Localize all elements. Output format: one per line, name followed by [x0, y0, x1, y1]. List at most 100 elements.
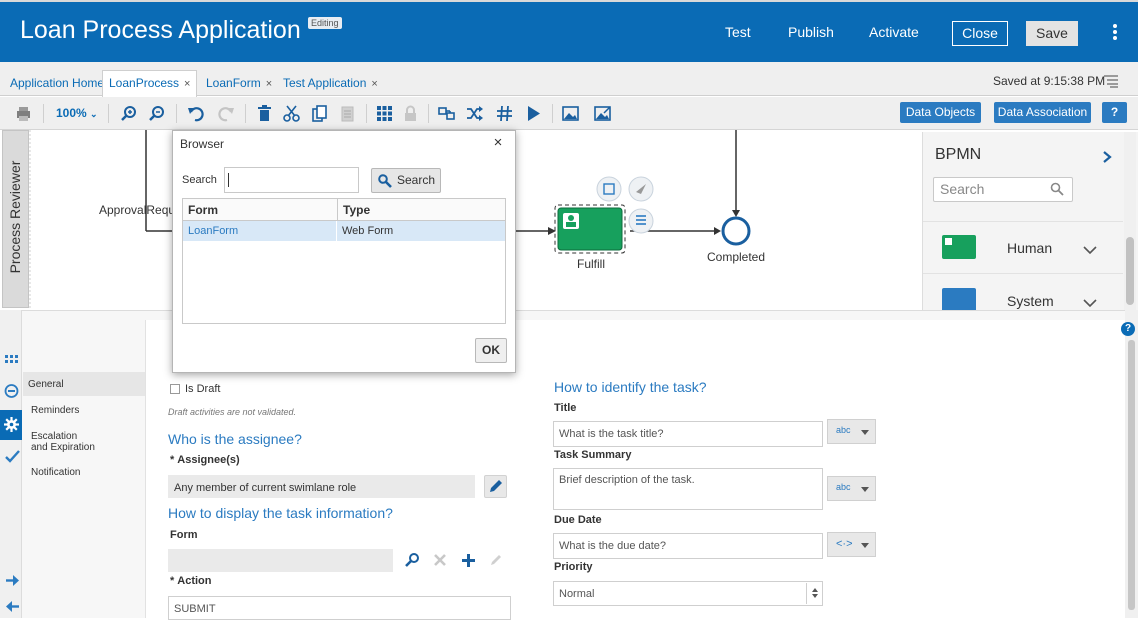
cut-icon[interactable]	[283, 105, 300, 122]
comment-icon[interactable]	[4, 384, 19, 399]
close-icon[interactable]: ×	[491, 135, 505, 150]
save-button[interactable]: Save	[1026, 21, 1078, 46]
play-icon[interactable]	[525, 105, 542, 122]
image-icon[interactable]	[562, 105, 579, 122]
palette-item-label: System	[1007, 293, 1054, 309]
tab-loanprocess[interactable]: LoanProcess ×	[102, 70, 198, 97]
priority-value: Normal	[559, 588, 595, 600]
rail-active-item[interactable]	[0, 410, 22, 440]
palette-scrollbar[interactable]	[1124, 132, 1136, 310]
data-objects-button[interactable]: Data Objects	[900, 102, 981, 123]
properties-scrollbar[interactable]	[1125, 310, 1138, 618]
side-nav-escalation-line2[interactable]: and Expiration	[31, 442, 95, 453]
hash-icon[interactable]	[496, 105, 513, 122]
scrollbar-thumb[interactable]	[1128, 340, 1135, 610]
tab-strip: Application Home LoanProcess × LoanForm × …	[0, 62, 1138, 97]
is-draft-checkbox[interactable]	[170, 384, 180, 394]
arrow-right-icon[interactable]	[5, 574, 20, 587]
history-list-icon[interactable]	[1103, 74, 1119, 88]
title-expression-button[interactable]: abc	[827, 419, 876, 444]
side-nav-reminders[interactable]: Reminders	[31, 405, 79, 416]
app-header: Loan Process Application Editing Test Pu…	[0, 0, 1138, 62]
side-nav-notification[interactable]: Notification	[31, 467, 80, 478]
image-edit-icon[interactable]	[594, 105, 611, 122]
column-header-type[interactable]: Type	[338, 199, 505, 221]
data-association-button[interactable]: Data Association	[994, 102, 1091, 123]
chevron-down-icon[interactable]	[1083, 246, 1097, 255]
column-header-form[interactable]: Form	[183, 199, 338, 221]
edit-form-icon[interactable]	[488, 552, 504, 568]
tab-application-home[interactable]: Application Home	[4, 71, 110, 96]
activate-link[interactable]: Activate	[869, 24, 919, 40]
side-nav-general[interactable]: General	[23, 372, 145, 396]
undo-icon[interactable]	[187, 105, 204, 122]
dialog-title: Browser	[180, 137, 225, 151]
zoom-out-icon[interactable]	[148, 105, 165, 122]
fulfill-node-label: Fulfill	[577, 257, 606, 271]
side-nav-label: General	[28, 379, 64, 390]
checkmark-icon[interactable]	[5, 449, 20, 464]
arrow-left-icon[interactable]	[5, 600, 20, 613]
title-input[interactable]: What is the task title?	[553, 421, 823, 447]
abc-label: abc	[836, 482, 851, 492]
expression-label: <·>	[836, 538, 853, 550]
summary-textarea[interactable]: Brief description of the task.	[553, 468, 823, 510]
layout-icon[interactable]	[438, 105, 455, 122]
chevron-right-icon[interactable]	[1101, 150, 1113, 164]
delete-icon[interactable]	[256, 105, 273, 122]
table-cell-form[interactable]: LoanForm	[188, 225, 238, 237]
close-button[interactable]: Close	[952, 21, 1008, 46]
redo-icon[interactable]	[218, 105, 235, 122]
chevron-down-icon[interactable]	[1083, 299, 1097, 308]
close-tab-icon[interactable]: ×	[371, 78, 377, 90]
due-date-input[interactable]: What is the due date?	[553, 533, 823, 559]
action-label: * Action	[170, 575, 212, 587]
grid-small-icon[interactable]	[4, 353, 19, 368]
is-draft-label: Is Draft	[185, 383, 221, 395]
lock-icon[interactable]	[402, 105, 419, 122]
identify-section-title: How to identify the task?	[554, 379, 707, 395]
tab-loanform[interactable]: LoanForm ×	[200, 71, 278, 96]
priority-select[interactable]: Normal	[553, 581, 823, 606]
print-icon[interactable]	[15, 105, 32, 122]
process-reviewer-tab[interactable]: Process Reviewer	[2, 130, 29, 308]
paste-icon[interactable]	[339, 105, 356, 122]
tab-test-application[interactable]: Test Application ×	[277, 71, 384, 96]
dialog-search-input[interactable]	[224, 167, 359, 193]
scrollbar-thumb[interactable]	[1126, 237, 1134, 305]
search-icon[interactable]	[1050, 182, 1064, 196]
tab-label: Application Home	[10, 76, 105, 90]
form-field[interactable]	[168, 549, 393, 572]
search-form-icon[interactable]	[404, 552, 420, 568]
editing-badge: Editing	[308, 17, 342, 29]
assignee-field[interactable]: Any member of current swimlane role	[168, 475, 475, 498]
due-date-expression-button[interactable]: <·>	[827, 532, 876, 557]
add-form-icon[interactable]	[461, 553, 476, 568]
help-button[interactable]: ?	[1102, 102, 1127, 123]
palette-item-human[interactable]: Human	[923, 221, 1123, 273]
zoom-in-icon[interactable]	[120, 105, 137, 122]
action-field[interactable]: SUBMIT	[168, 596, 511, 620]
copy-icon[interactable]	[311, 105, 328, 122]
clear-form-icon[interactable]	[433, 553, 447, 567]
ok-button[interactable]: OK	[475, 338, 507, 363]
more-options-icon[interactable]	[1108, 24, 1122, 44]
help-icon[interactable]: ?	[1121, 322, 1135, 336]
close-tab-icon[interactable]: ×	[184, 78, 190, 90]
approval-lane-label: ApprovalRequ	[99, 203, 176, 217]
editor-toolbar: 100% ⌄ Data Objects Data Association ?	[0, 97, 1138, 130]
zoom-select[interactable]: 100% ⌄	[56, 106, 98, 120]
grid-icon[interactable]	[376, 105, 393, 122]
close-tab-icon[interactable]: ×	[266, 78, 272, 90]
system-task-icon	[942, 288, 976, 312]
summary-label: Task Summary	[554, 449, 632, 461]
select-stepper-icon	[812, 588, 818, 598]
search-button-label: Search	[397, 173, 436, 187]
test-link[interactable]: Test	[725, 24, 751, 40]
shuffle-icon[interactable]	[466, 105, 483, 122]
side-nav-escalation[interactable]: Escalation	[31, 431, 77, 442]
publish-link[interactable]: Publish	[788, 24, 834, 40]
summary-expression-button[interactable]: abc	[827, 476, 876, 501]
dialog-search-button[interactable]: Search	[371, 168, 441, 193]
edit-assignee-button[interactable]	[484, 475, 507, 498]
